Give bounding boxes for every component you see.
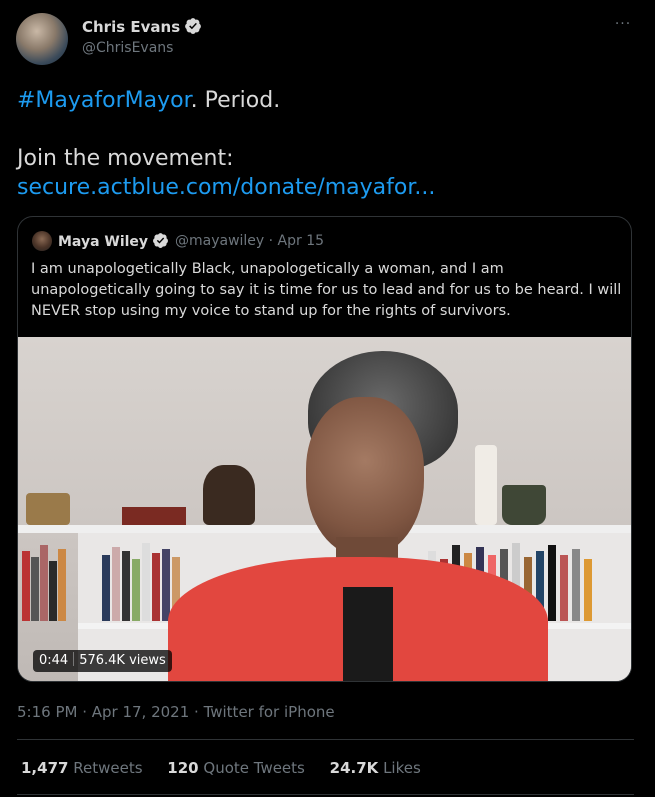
tweet-timestamp-source[interactable]: 5:16 PM · Apr 17, 2021 · Twitter for iPh… xyxy=(17,703,335,721)
video-player[interactable]: 0:44 576.4K views xyxy=(18,337,631,681)
video-frame-object xyxy=(475,445,497,525)
tweet-line1-rest: . Period. xyxy=(190,88,281,113)
video-frame-object xyxy=(26,493,70,525)
video-duration: 0:44 xyxy=(39,653,69,668)
quoted-author-name[interactable]: Maya Wiley xyxy=(58,234,148,250)
verified-badge-icon xyxy=(184,17,202,39)
quoted-verified-badge-icon xyxy=(152,232,169,253)
quote-tweets-stat[interactable]: 120 Quote Tweets xyxy=(167,759,305,777)
video-views: 576.4K views xyxy=(79,653,166,668)
quoted-tweet-text: I am unapologetically Black, unapologeti… xyxy=(31,261,622,319)
quoted-tweet-card[interactable]: Maya Wiley @mayawiley · Apr 15 I am unap… xyxy=(17,216,632,682)
divider xyxy=(17,739,634,740)
donate-link[interactable]: secure.actblue.com/donate/mayafor... xyxy=(17,175,435,200)
engagement-stats: 1,477 Retweets 120 Quote Tweets 24.7K Li… xyxy=(21,759,441,777)
video-frame-person xyxy=(306,397,424,557)
quote-tweets-count: 120 xyxy=(167,759,199,777)
retweets-count: 1,477 xyxy=(21,759,69,777)
author-name[interactable]: Chris Evans xyxy=(82,18,180,36)
more-options-button[interactable]: ··· xyxy=(611,16,635,36)
video-frame-person xyxy=(343,587,393,681)
video-chip-divider xyxy=(73,652,75,666)
likes-label: Likes xyxy=(383,759,421,777)
tweet-text: #MayaforMayor. Period. Join the movement… xyxy=(17,86,637,202)
likes-count: 24.7K xyxy=(329,759,379,777)
video-frame-object xyxy=(122,507,186,525)
retweets-stat[interactable]: 1,477 Retweets xyxy=(21,759,143,777)
author-handle[interactable]: @ChrisEvans xyxy=(82,40,173,56)
video-frame-object xyxy=(502,485,546,525)
quote-tweets-label: Quote Tweets xyxy=(203,759,305,777)
tweet-line2: Join the movement: xyxy=(17,146,234,171)
quoted-author-name-row[interactable]: Maya Wiley xyxy=(58,232,169,253)
retweets-label: Retweets xyxy=(73,759,143,777)
likes-stat[interactable]: 24.7K Likes xyxy=(330,759,421,777)
quoted-author-avatar[interactable] xyxy=(32,231,52,251)
author-avatar[interactable] xyxy=(16,13,68,65)
video-info-chip: 0:44 576.4K views xyxy=(33,650,172,672)
video-frame-books xyxy=(18,537,78,621)
author-name-row[interactable]: Chris Evans xyxy=(82,17,202,39)
divider xyxy=(17,794,634,795)
hashtag-link[interactable]: #MayaforMayor xyxy=(17,88,191,113)
video-frame-object xyxy=(203,465,255,525)
quoted-handle-date[interactable]: @mayawiley · Apr 15 xyxy=(175,233,324,249)
